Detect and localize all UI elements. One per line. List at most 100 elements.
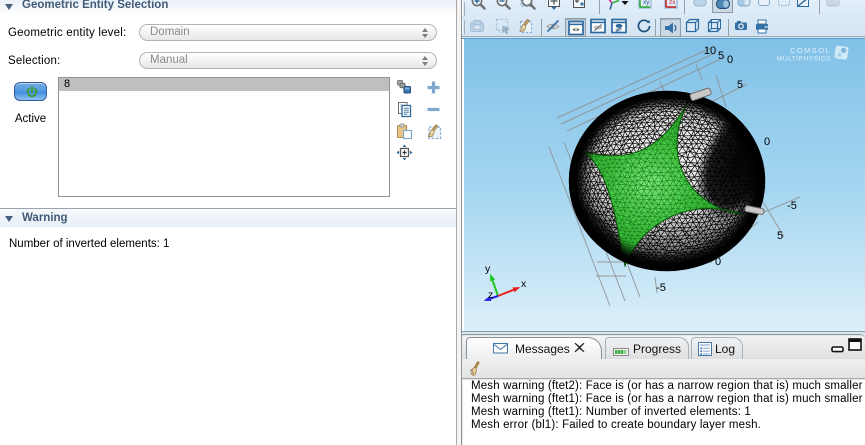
default-view-button[interactable] (604, 0, 622, 12)
scene-box-wire-icon (706, 18, 724, 34)
section-title: Warning (22, 212, 68, 224)
logo-line2: MULTIPHYSICS (777, 56, 831, 63)
clear-selection-button[interactable] (425, 123, 442, 140)
add-to-selection-button[interactable] (425, 79, 442, 96)
section-warning[interactable]: Warning (0, 208, 456, 227)
paste-selection-button[interactable] (396, 123, 413, 140)
hide-decorations-button[interactable] (795, 0, 813, 12)
view-xy-button[interactable]: xy (637, 0, 655, 12)
envelope-svg (493, 342, 508, 354)
tab-log[interactable]: Log (691, 337, 743, 359)
zoom-out-button[interactable] (495, 0, 513, 12)
clear-messages-icon[interactable] (469, 361, 483, 381)
selection-label: Selection: (8, 55, 61, 67)
copy-selection-icon (396, 101, 413, 118)
stepper-arrows-icon (422, 56, 429, 66)
reset-hiding-button[interactable] (636, 18, 654, 36)
zoom-box-button[interactable] (520, 0, 538, 12)
maximize-icon[interactable] (848, 338, 862, 356)
snapshot-disabled-svg: ... (825, 0, 841, 10)
view-zx-svg: zx (663, 0, 679, 10)
scene-light-off-button[interactable] (692, 0, 710, 12)
zoom-selected-button[interactable] (571, 0, 589, 12)
minimize-icon[interactable] (831, 340, 844, 358)
stepper-up-icon (422, 28, 428, 32)
paste-selection-icon (396, 123, 413, 140)
collapse-triangle-icon[interactable] (5, 216, 13, 222)
console-messages[interactable]: Mesh warning (ftet2): Face is (or has a … (463, 380, 865, 445)
remove-from-selection-button[interactable] (425, 101, 442, 118)
hide-selected-svg (545, 18, 561, 34)
console-panel: Messages Progress (461, 334, 865, 445)
skybox-icon (756, 0, 774, 10)
zoom-extents-button[interactable] (546, 0, 564, 12)
select-box-disabled-button (495, 18, 513, 36)
collapse-triangle-icon[interactable] (5, 4, 13, 10)
toolbar-separator (819, 0, 820, 14)
paste-selection-svg (396, 123, 413, 140)
environment-button[interactable] (736, 0, 754, 12)
close-tab-svg (574, 342, 585, 353)
skybox-button[interactable] (756, 0, 774, 12)
section-geometric-entity-selection[interactable]: Geometric Entity Selection (0, 0, 456, 15)
zoom-in-button[interactable] (470, 0, 488, 12)
deselect-box-button[interactable] (517, 18, 535, 36)
logo-line1: COMSOL (790, 46, 831, 55)
selection-list-item[interactable]: 8 (59, 78, 389, 91)
print-button[interactable] (754, 18, 772, 36)
progress-svg (613, 348, 629, 356)
zoom-out-svg (495, 0, 511, 10)
graphics-toolbar-row1: xyzx... (464, 0, 864, 12)
sound-button[interactable] (660, 18, 681, 37)
clear-messages-svg (469, 361, 483, 376)
active-toggle-button[interactable] (14, 82, 47, 101)
message-line: Mesh warning (ftet1): Number of inverted… (463, 406, 865, 419)
view-zx-button[interactable]: zx (663, 0, 681, 12)
stepper-up-icon (422, 56, 428, 60)
close-tab-icon[interactable] (574, 342, 585, 356)
scene-light-off-icon (692, 0, 710, 10)
view-unhidden-button[interactable] (565, 18, 586, 37)
tab-messages[interactable]: Messages (466, 337, 602, 359)
active-toggle-label: Active (14, 113, 47, 125)
scene-box-svg (684, 18, 700, 34)
maximize-svg (848, 338, 862, 351)
snapshot-button[interactable] (733, 18, 751, 36)
selection-combo[interactable]: Manual (139, 52, 437, 69)
zoom-to-selection-button[interactable] (396, 144, 413, 161)
zoom-selected-svg (571, 0, 587, 10)
minimize-svg (831, 346, 844, 353)
copy-selection-button[interactable] (396, 101, 413, 118)
scene-light-button[interactable] (712, 0, 733, 13)
create-selection-icon (396, 79, 413, 96)
log-svg (698, 342, 712, 356)
hide-selected-button[interactable] (545, 18, 563, 36)
geometric-entity-level-combo[interactable]: Domain (139, 24, 437, 41)
reset-hiding-svg (636, 18, 652, 34)
scene-box-wire-button[interactable] (706, 18, 724, 36)
remove-from-selection-svg (425, 101, 442, 118)
hide-decorations-icon (795, 0, 813, 10)
scene-box-wire-svg (706, 18, 722, 34)
hide-objects-button[interactable] (590, 18, 608, 36)
selection-list[interactable]: 8 (58, 77, 390, 197)
skybox-svg (756, 0, 772, 10)
floor-shadow-button[interactable] (776, 0, 794, 12)
select-box-disabled-svg (495, 18, 511, 34)
image-export-disabled-icon (469, 18, 487, 34)
create-selection-button[interactable] (396, 79, 413, 96)
zoom-to-selection-svg (396, 144, 413, 161)
tab-label: Messages (515, 342, 570, 356)
view-hidden-button[interactable] (611, 18, 629, 36)
copy-selection-svg (396, 101, 413, 118)
comsol-window: Geometric Entity Selection Geometric ent… (0, 0, 865, 445)
axis-tick-label: 0 (727, 54, 733, 66)
scene-light-icon (715, 0, 730, 12)
graphics-toolbar: xyzx... (462, 0, 865, 37)
scene-box-button[interactable] (684, 18, 702, 36)
stepper-arrows-icon (422, 28, 429, 38)
tab-progress[interactable]: Progress (605, 337, 689, 359)
environment-svg (736, 0, 752, 10)
graphics-canvas[interactable]: 105050-550-5yxzCOMSOLMULTIPHYSICS (464, 39, 865, 331)
combo-value: Domain (150, 26, 190, 38)
